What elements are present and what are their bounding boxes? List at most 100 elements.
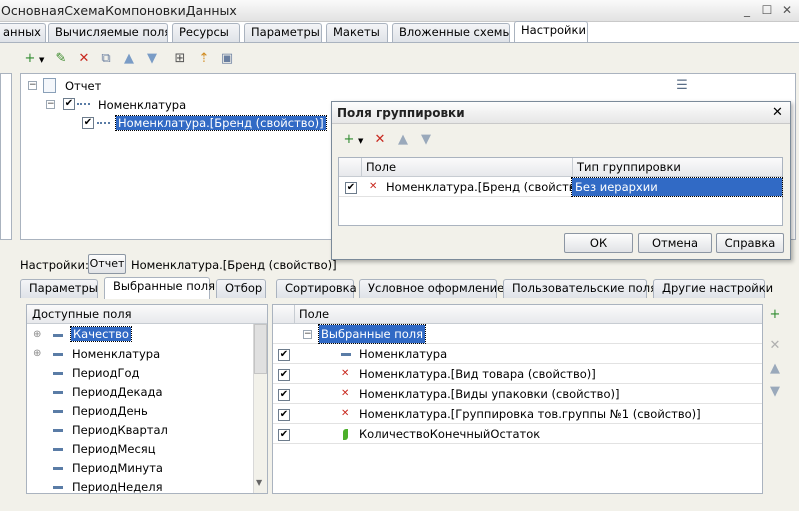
list-header: Доступные поля: [27, 305, 267, 324]
left-edge-panel: [0, 73, 12, 240]
copy-icon[interactable]: ⧉: [98, 51, 114, 67]
structure-icon[interactable]: ▣: [219, 51, 235, 67]
tab-selected-fields[interactable]: Выбранные поля: [104, 277, 215, 299]
help-button[interactable]: Справка: [716, 233, 784, 253]
resource-icon: [343, 429, 348, 440]
table-row[interactable]: ✔ ✕ Номенклатура.[Вид товара (свойство)]: [273, 365, 762, 384]
tab-other-settings[interactable]: Другие настройки: [653, 279, 773, 298]
tab-templates[interactable]: Макеты: [326, 23, 388, 42]
row-checkbox[interactable]: ✔: [278, 429, 290, 441]
grouping-fields-dialog: Поля группировки ✕ + ▼ ✕ ▲ ▼ Поле Тип гр…: [331, 101, 791, 260]
table-row[interactable]: ✔ ✕ Номенклатура.[Бренд (свойство)] Без …: [339, 177, 783, 197]
tab-sorting[interactable]: Сортировка: [276, 279, 357, 298]
field-icon: [53, 429, 63, 432]
collapse-icon[interactable]: −: [28, 81, 37, 90]
move-down-icon[interactable]: ▼: [418, 132, 434, 148]
move-up-icon[interactable]: ▲: [121, 51, 137, 67]
scrollbar[interactable]: ▼: [253, 324, 267, 493]
table-row[interactable]: ✔ Номенклатура: [273, 345, 762, 364]
delete-icon[interactable]: ✕: [372, 132, 388, 148]
row-checkbox[interactable]: ✔: [278, 409, 290, 421]
table-row[interactable]: ✔ КоличествоКонечныйОстаток: [273, 425, 762, 444]
expand-icon[interactable]: ⊕: [33, 329, 41, 340]
column-field[interactable]: Поле: [299, 305, 329, 323]
add-icon[interactable]: +: [767, 307, 783, 323]
settings-list-icon[interactable]: ☰: [674, 78, 690, 94]
row-checkbox[interactable]: ✔: [278, 389, 290, 401]
list-item[interactable]: ПериодНеделя: [72, 480, 163, 494]
tab-nested-schemas[interactable]: Вложенные схемы: [392, 23, 510, 42]
scroll-down-icon[interactable]: ▼: [256, 478, 262, 487]
group-selected-fields[interactable]: Выбранные поля: [317, 324, 427, 344]
move-out-icon[interactable]: ⇡: [196, 51, 212, 67]
dialog-close-icon[interactable]: ✕: [772, 105, 783, 120]
tree-node-report[interactable]: Отчет: [65, 79, 101, 93]
row-field[interactable]: Номенклатура: [359, 345, 447, 363]
tab-settings[interactable]: Настройки: [514, 21, 588, 43]
column-field[interactable]: Поле: [366, 158, 396, 176]
row-field[interactable]: Номенклатура.[Виды упаковки (свойство)]: [359, 385, 619, 403]
column-available-fields[interactable]: Доступные поля: [32, 305, 132, 323]
tab-calculated-fields[interactable]: Вычисляемые поля: [48, 23, 168, 42]
scrollbar-thumb[interactable]: [254, 324, 267, 374]
edit-icon[interactable]: ✎: [53, 51, 69, 67]
list-item[interactable]: ПериодДень: [72, 404, 148, 418]
group-icon[interactable]: ⊞: [172, 51, 188, 67]
close-button[interactable]: ✕: [780, 3, 794, 17]
row-checkbox[interactable]: ✔: [278, 369, 290, 381]
move-down-icon[interactable]: ▼: [767, 384, 783, 400]
available-fields-list: Доступные поля ▼ ⊕ Качество ⊕ Номенклату…: [26, 304, 268, 494]
tab-parameters[interactable]: Параметры: [20, 279, 98, 298]
row-field[interactable]: КоличествоКонечныйОстаток: [359, 425, 540, 443]
row-checkbox[interactable]: ✔: [345, 182, 357, 194]
dialog-title: Поля группировки: [337, 106, 465, 120]
move-up-icon[interactable]: ▲: [767, 361, 783, 377]
maximize-button[interactable]: ☐: [760, 3, 774, 17]
list-item[interactable]: ПериодГод: [72, 366, 139, 380]
expand-icon[interactable]: ⊕: [33, 348, 41, 359]
minimize-button[interactable]: _: [740, 3, 754, 17]
cancel-button[interactable]: Отмена: [638, 233, 712, 253]
dropdown-arrow-icon[interactable]: ▼: [358, 137, 363, 145]
tab-filter[interactable]: Отбор: [216, 279, 266, 298]
row-field[interactable]: Номенклатура.[Бренд (свойство)]: [386, 178, 592, 196]
grouping-fields-table: Поле Тип группировки ✔ ✕ Номенклатура.[Б…: [338, 157, 783, 226]
row-field[interactable]: Номенклатура.[Группировка тов.группы №1 …: [359, 405, 701, 423]
row-field[interactable]: Номенклатура.[Вид товара (свойство)]: [359, 365, 596, 383]
delete-icon[interactable]: ✕: [767, 338, 783, 354]
list-item[interactable]: ПериодДекада: [72, 385, 163, 399]
ok-button[interactable]: ОК: [564, 233, 633, 253]
tab-data[interactable]: анных: [0, 23, 46, 42]
column-grouping-type[interactable]: Тип группировки: [577, 158, 681, 176]
tab-parameters[interactable]: Параметры: [244, 23, 322, 42]
checkbox-nomenclature[interactable]: ✔: [63, 98, 75, 110]
tree-node-brand[interactable]: Номенклатура.[Бренд (свойство)]: [115, 115, 327, 131]
move-down-icon[interactable]: ▼: [144, 51, 160, 67]
list-item[interactable]: ПериодМесяц: [72, 442, 156, 456]
tab-user-fields[interactable]: Пользовательские поля: [503, 279, 657, 298]
tab-resources[interactable]: Ресурсы: [172, 23, 240, 42]
move-up-icon[interactable]: ▲: [395, 132, 411, 148]
list-item[interactable]: − Выбранные поля: [273, 324, 762, 344]
table-row[interactable]: ✔ ✕ Номенклатура.[Группировка тов.группы…: [273, 405, 762, 424]
list-item[interactable]: ПериодКвартал: [72, 423, 168, 437]
row-checkbox[interactable]: ✔: [278, 349, 290, 361]
property-icon: ✕: [341, 408, 350, 419]
add-icon[interactable]: +: [341, 132, 357, 148]
add-icon[interactable]: +: [22, 51, 38, 67]
collapse-icon[interactable]: −: [303, 330, 312, 339]
dropdown-arrow-icon[interactable]: ▼: [39, 56, 44, 64]
report-icon: [43, 78, 56, 93]
delete-icon[interactable]: ✕: [76, 51, 92, 67]
table-row[interactable]: ✔ ✕ Номенклатура.[Виды упаковки (свойств…: [273, 385, 762, 404]
grouping-icon: [77, 103, 90, 106]
collapse-icon[interactable]: −: [46, 100, 55, 109]
list-item[interactable]: Номенклатура: [72, 347, 160, 361]
row-grouping-type[interactable]: Без иерархии: [571, 177, 783, 197]
tab-conditional-appearance[interactable]: Условное оформление: [359, 279, 504, 298]
list-item[interactable]: Качество: [70, 326, 132, 342]
settings-report-button[interactable]: Отчет: [88, 254, 126, 274]
list-item[interactable]: ПериодМинута: [72, 461, 163, 475]
checkbox-brand[interactable]: ✔: [82, 117, 94, 129]
tree-node-nomenclature[interactable]: Номенклатура: [98, 98, 186, 112]
